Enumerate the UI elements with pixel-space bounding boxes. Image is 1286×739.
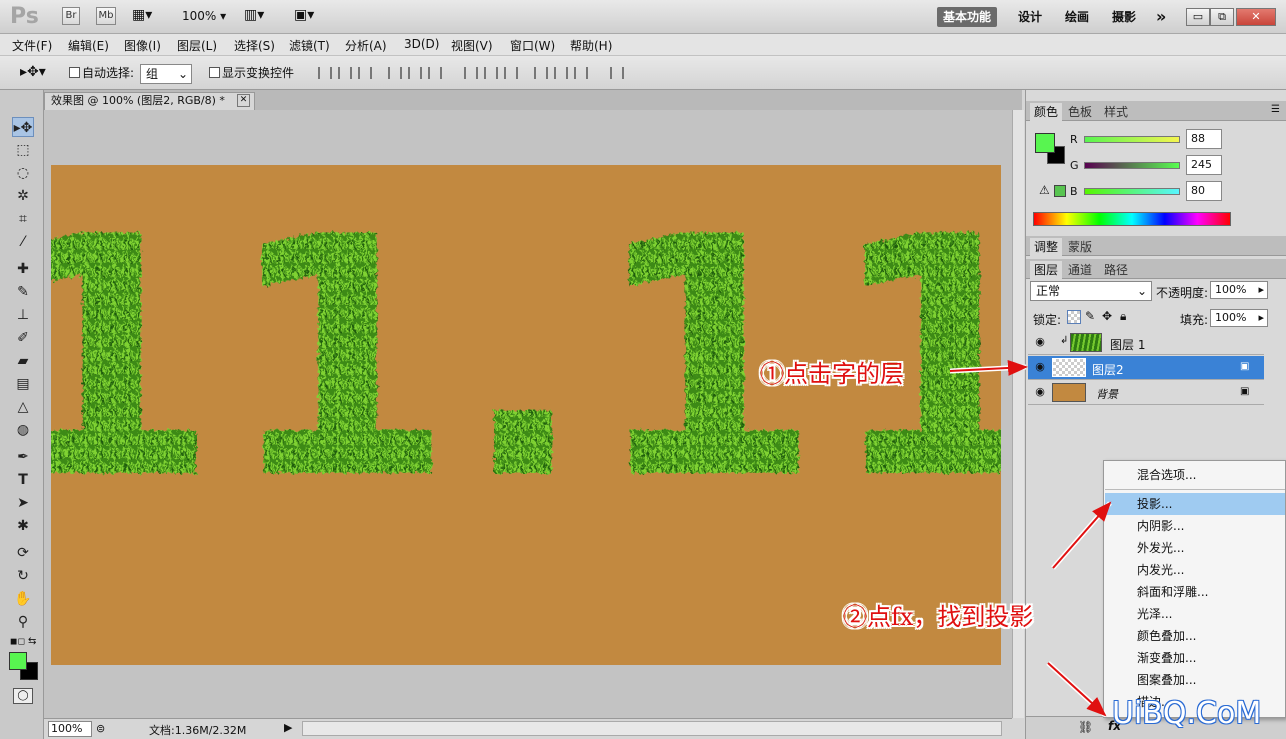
annotation-arrows xyxy=(949,359,1112,717)
watermark: UiBQ.CoM xyxy=(1112,696,1262,731)
annotation-step2: ②点fx，找到投影 xyxy=(843,603,1034,631)
annotation-step1: ①点击字的层 xyxy=(760,360,904,388)
